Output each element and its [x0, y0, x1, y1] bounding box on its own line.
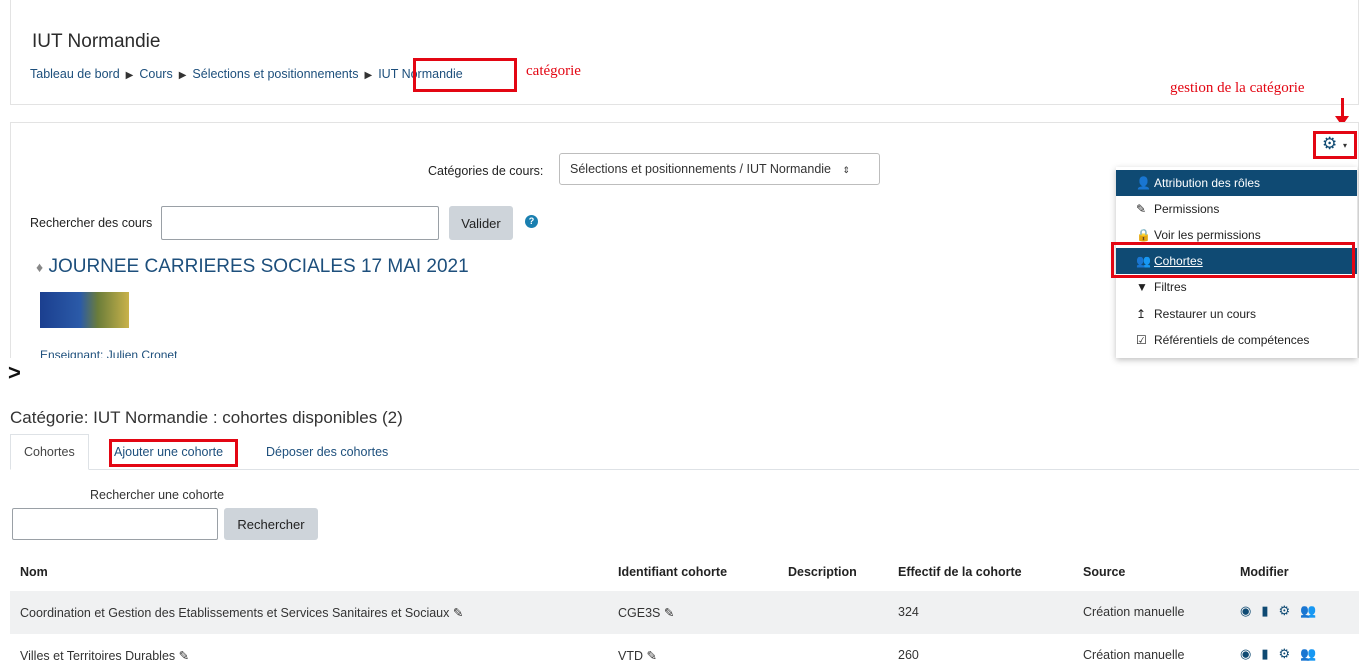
category-select-label: Catégories de cours:: [428, 164, 544, 178]
tabs-divider: [10, 469, 1359, 470]
eye-icon[interactable]: ◉: [1240, 603, 1261, 618]
row-actions: ◉▮⚙👥: [1240, 603, 1326, 619]
course-search-input[interactable]: [161, 206, 439, 240]
menu-item-assign-roles[interactable]: 👤 Attribution des rôles: [1116, 170, 1357, 196]
column-header-name[interactable]: Nom: [20, 565, 48, 579]
course-search-button[interactable]: Valider: [449, 206, 513, 240]
pencil-icon[interactable]: ✎: [453, 606, 463, 620]
menu-item-competencies[interactable]: ☑ Référentiels de compétences: [1116, 327, 1357, 353]
column-header-size[interactable]: Effectif de la cohorte: [898, 565, 1022, 579]
add-cohort-highlight-box: [109, 439, 238, 467]
eye-icon[interactable]: ◉: [1240, 646, 1261, 661]
cohort-idnumber: VTD ✎: [618, 649, 657, 663]
cohort-search-input[interactable]: [12, 508, 218, 540]
cohort-name: Coordination et Gestion des Etablissemen…: [20, 606, 464, 620]
menu-item-restore-course[interactable]: ↥ Restaurer un cours: [1116, 301, 1357, 327]
breadcrumb-selections[interactable]: Sélections et positionnements: [192, 67, 358, 81]
manage-category-annotation: gestion de la catégorie: [1170, 80, 1305, 96]
breadcrumb-courses[interactable]: Cours: [139, 67, 172, 81]
page-heading: Catégorie: IUT Normandie : cohortes disp…: [10, 408, 403, 427]
gear-icon[interactable]: ⚙: [1279, 603, 1301, 618]
breadcrumb-separator-icon: ▶: [125, 70, 134, 81]
course-shield-icon: ♦: [36, 259, 44, 275]
pencil-icon[interactable]: ✎: [664, 606, 674, 620]
menu-item-permissions[interactable]: ✎ Permissions: [1116, 196, 1357, 222]
cohort-search-label: Rechercher une cohorte: [90, 488, 225, 502]
cohort-size: 260: [898, 648, 919, 662]
cohort-source: Création manuelle: [1083, 648, 1185, 662]
pencil-icon[interactable]: ✎: [179, 649, 189, 663]
breadcrumb-highlight-box: [413, 58, 517, 92]
column-header-source: Source: [1083, 565, 1126, 579]
breadcrumb: Tableau de bord ▶ Cours ▶ Sélections et posi…: [30, 67, 463, 81]
site-title: IUT Normandie: [32, 31, 161, 52]
gear-icon[interactable]: ⚙: [1322, 134, 1337, 154]
users-icon[interactable]: 👥: [1300, 603, 1326, 618]
breadcrumb-separator-icon: ▶: [364, 70, 373, 81]
breadcrumb-dashboard[interactable]: Tableau de bord: [30, 67, 120, 81]
checkbox-icon: ☑: [1136, 333, 1147, 347]
tab-cohorts[interactable]: Cohortes: [10, 434, 89, 470]
pencil-icon[interactable]: ✎: [646, 649, 656, 663]
table-row: Villes et Territoires Durables ✎ VTD ✎ 2…: [10, 634, 1359, 666]
trash-icon[interactable]: ▮: [1261, 603, 1278, 618]
course-title[interactable]: ♦ JOURNEE CARRIERES SOCIALES 17 MAI 2021: [36, 256, 469, 278]
breadcrumb-separator-icon: ▶: [178, 70, 187, 81]
cohort-name: Villes et Territoires Durables ✎: [20, 649, 190, 663]
cohort-size: 324: [898, 605, 919, 619]
column-header-idnumber[interactable]: Identifiant cohorte: [618, 565, 727, 579]
cohort-source: Création manuelle: [1083, 605, 1185, 619]
select-arrows-icon: ⇕: [842, 165, 851, 175]
table-row: Coordination et Gestion des Etablissemen…: [10, 591, 1359, 634]
category-select-value: Sélections et positionnements / IUT Norm…: [570, 162, 832, 176]
caret-down-icon: ▾: [1343, 141, 1348, 150]
course-title-text: JOURNEE CARRIERES SOCIALES 17 MAI 2021: [48, 256, 469, 277]
column-header-description: Description: [788, 565, 857, 579]
lock-icon: 🔒: [1136, 228, 1151, 242]
filter-icon: ▼: [1136, 280, 1148, 294]
trash-icon[interactable]: ▮: [1261, 646, 1278, 661]
users-icon[interactable]: 👥: [1300, 646, 1326, 661]
restore-icon: ↥: [1136, 307, 1147, 321]
category-annotation: catégorie: [526, 63, 581, 79]
column-header-edit: Modifier: [1240, 565, 1289, 579]
cohorts-highlight-box: [1111, 242, 1355, 278]
next-step-symbol: >: [8, 360, 21, 385]
row-actions: ◉▮⚙👥: [1240, 646, 1326, 662]
edit-icon: ✎: [1136, 202, 1147, 216]
teacher-line: Enseignant: Julien Cronet: [40, 348, 178, 358]
page-header-panel: [10, 0, 1359, 105]
user-plus-icon: 👤: [1136, 176, 1151, 190]
course-search-label: Rechercher des cours: [30, 216, 153, 230]
category-select[interactable]: Sélections et positionnements / IUT Norm…: [559, 153, 880, 185]
cohort-idnumber: CGE3S ✎: [618, 606, 675, 620]
gear-icon[interactable]: ⚙: [1279, 646, 1301, 661]
tab-upload-cohorts[interactable]: Déposer des cohortes: [266, 445, 388, 459]
course-thumbnail[interactable]: [40, 292, 129, 328]
help-icon[interactable]: ?: [525, 215, 538, 228]
cohort-search-button[interactable]: Rechercher: [224, 508, 318, 540]
